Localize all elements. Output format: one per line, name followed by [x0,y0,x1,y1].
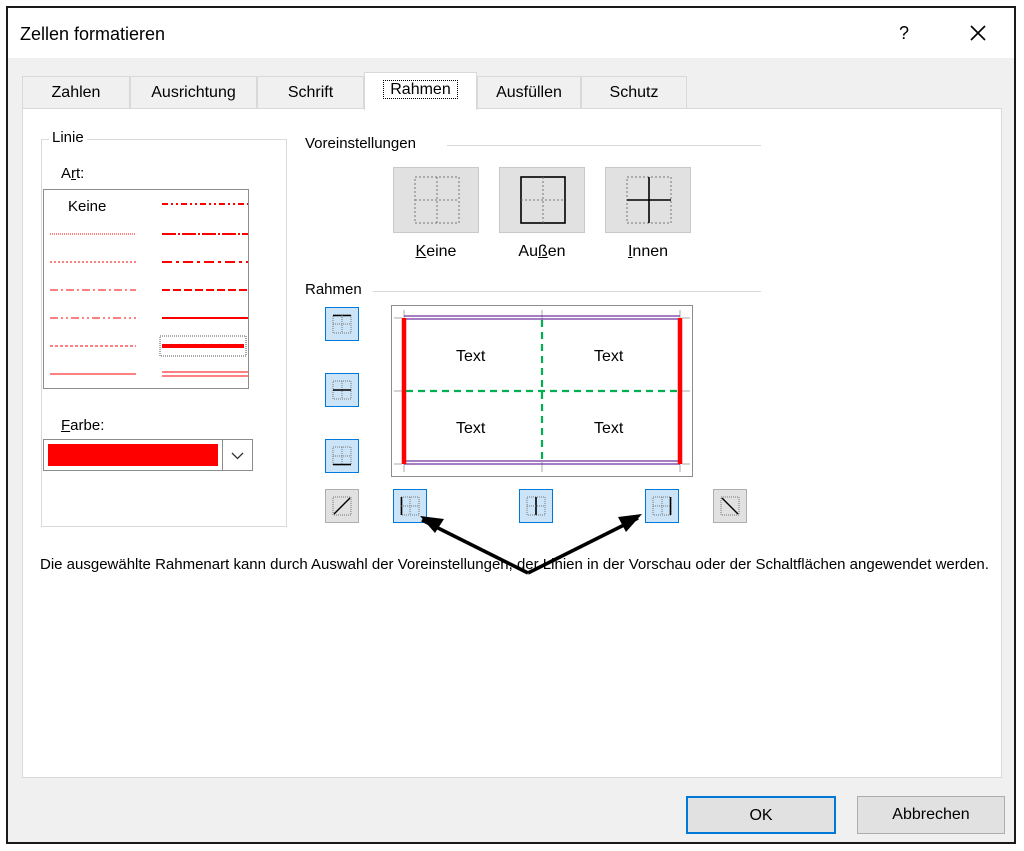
help-button[interactable]: ? [888,20,920,46]
preset-outline-icon [520,176,566,224]
color-picker[interactable] [43,439,253,471]
color-dropdown-button[interactable] [222,439,253,471]
preset-none-label: Keine [415,243,457,260]
tab-panel-rahmen: Linie Art: Keine Farbe: Voreinstellungen… [22,108,1002,778]
tab-schrift[interactable]: Schrift [257,76,364,108]
preview-text: Text [594,420,624,437]
border-bottom-icon [332,446,352,466]
border-bottom-button[interactable] [325,439,359,473]
tab-schutz[interactable]: Schutz [581,76,687,108]
line-group-title: Linie [49,129,87,146]
presets-title: Voreinstellungen [305,135,416,152]
preset-none-button[interactable] [393,167,479,233]
border-inside-vertical-icon [526,496,546,516]
tab-rahmen-label: Rahmen [383,80,458,99]
ok-button[interactable]: OK [686,796,836,834]
preview-text: Text [456,348,486,365]
color-label: Farbe: [61,417,105,434]
info-text: Die ausgewählte Rahmenart kann durch Aus… [40,556,989,573]
preset-inside-label: Innen [627,243,669,260]
border-diagonal-down-button[interactable] [713,489,747,523]
border-top-icon [332,314,352,334]
tab-zahlen[interactable]: Zahlen [22,76,130,108]
border-top-button[interactable] [325,307,359,341]
border-left-button[interactable] [393,489,427,523]
preset-inside-icon [626,176,672,224]
preset-outline-button[interactable] [499,167,585,233]
border-right-icon [652,496,672,516]
preview-text: Text [594,348,624,365]
dialog-title: Zellen formatieren [20,24,166,44]
close-icon [970,25,986,41]
tab-rahmen[interactable]: Rahmen [364,72,477,110]
presets-separator [447,145,761,146]
border-separator [373,291,761,292]
border-preview-lines[interactable] [392,306,692,476]
border-inside-horizontal-icon [332,380,352,400]
style-label: Art: [61,165,85,182]
line-style-list: Keine [43,189,249,389]
border-diagonal-up-button[interactable] [325,489,359,523]
border-left-icon [400,496,420,516]
preset-outline-label: Außen [518,243,566,260]
title-bar: Zellen formatieren ? [8,8,1014,58]
color-swatch [48,444,218,466]
border-preview[interactable]: Text Text Text Text [391,305,693,477]
preview-text: Text [456,420,486,437]
preset-inside-button[interactable] [605,167,691,233]
close-button[interactable] [958,18,998,48]
format-cells-dialog: Zellen formatieren ? Zahlen Ausrichtung … [6,6,1016,844]
border-right-button[interactable] [645,489,679,523]
border-inside-horizontal-button[interactable] [325,373,359,407]
cancel-button[interactable]: Abbrechen [857,796,1005,834]
preset-none-icon [414,176,460,224]
border-title: Rahmen [305,281,362,298]
diagonal-down-icon [720,496,740,516]
border-inside-vertical-button[interactable] [519,489,553,523]
line-style-samples[interactable] [44,190,248,388]
tab-ausfuellen[interactable]: Ausfüllen [477,76,581,108]
tab-ausrichtung[interactable]: Ausrichtung [130,76,257,108]
diagonal-up-icon [332,496,352,516]
chevron-down-icon [231,452,244,460]
